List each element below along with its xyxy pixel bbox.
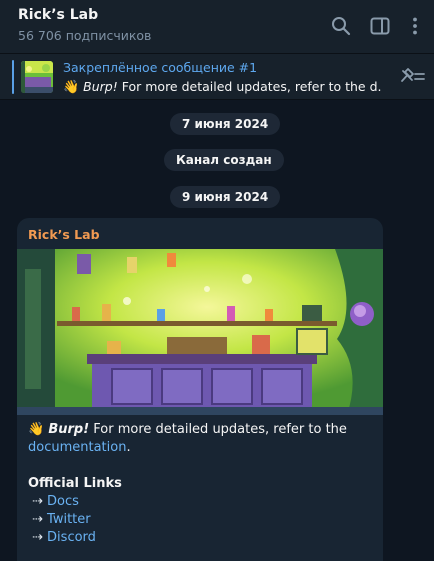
discord-link[interactable]: Discord	[47, 530, 96, 545]
arrow-icon: ⇢	[32, 530, 43, 545]
pinned-list-icon[interactable]	[399, 65, 427, 87]
official-links-heading: Official Links	[28, 476, 122, 491]
subscriber-count: 56 706 подписчиков	[18, 28, 152, 43]
chat-header: Rick’s Lab 56 706 подписчиков	[0, 0, 434, 54]
pinned-preview: 👋 Burp! For more detailed updates, refer…	[63, 79, 381, 95]
search-icon[interactable]	[330, 15, 352, 37]
pinned-preview-text: For more detailed updates, refer to the …	[117, 79, 381, 94]
message-author[interactable]: Rick’s Lab	[28, 227, 100, 242]
pinned-message-bar[interactable]: Закреплённое сообщение #1 👋 Burp! For mo…	[0, 54, 434, 100]
sidebar-toggle-icon[interactable]	[369, 15, 391, 37]
link-row-discord: ⇢ Discord	[28, 529, 374, 547]
message-burp: Burp!	[48, 422, 90, 437]
pinned-thumbnail	[21, 61, 53, 93]
link-row-twitter: ⇢ Twitter	[28, 511, 374, 529]
message-text: 👋 Burp! For more detailed updates, refer…	[28, 421, 374, 547]
channel-title[interactable]: Rick’s Lab	[18, 7, 98, 23]
date-separator: 9 июня 2024	[170, 186, 281, 208]
pinned-burp: Burp!	[83, 79, 118, 94]
arrow-icon: ⇢	[32, 512, 43, 527]
date-separator: 7 июня 2024	[170, 113, 281, 135]
pinned-title: Закреплённое сообщение #1	[63, 60, 258, 75]
channel-created-notice: Канал создан	[164, 149, 284, 171]
twitter-link[interactable]: Twitter	[47, 512, 91, 527]
docs-link[interactable]: Docs	[47, 494, 79, 509]
arrow-icon: ⇢	[32, 494, 43, 509]
channel-message[interactable]: Rick’s Lab 👋 Burp! For more detailed upd…	[17, 218, 383, 561]
message-text-before-link: For more detailed updates, refer to the	[89, 422, 347, 437]
more-vertical-icon[interactable]	[404, 15, 426, 37]
message-paragraph: 👋 Burp! For more detailed updates, refer…	[28, 421, 374, 457]
pinned-accent-line	[12, 60, 14, 94]
message-image[interactable]	[17, 249, 383, 415]
message-text-after-link: .	[126, 440, 131, 455]
documentation-link[interactable]: documentation	[28, 440, 126, 455]
wave-emoji: 👋	[63, 80, 80, 95]
wave-emoji: 👋	[28, 422, 45, 437]
link-row-docs: ⇢ Docs	[28, 493, 374, 511]
